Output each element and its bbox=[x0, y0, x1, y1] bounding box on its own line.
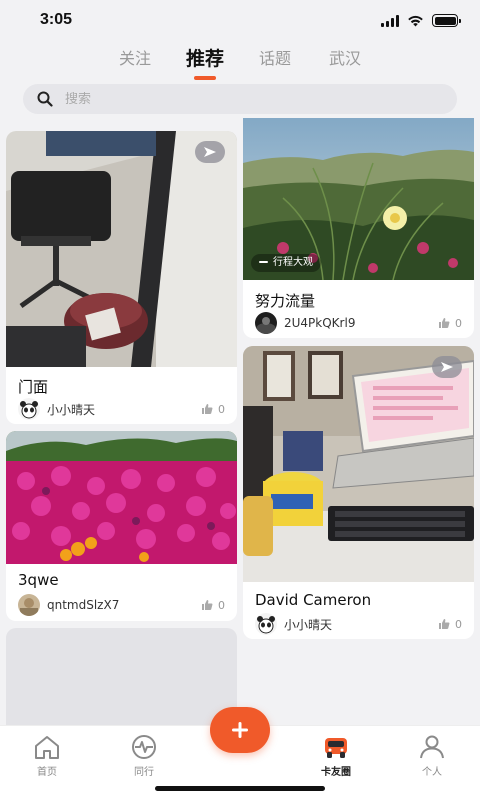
search-icon bbox=[37, 91, 53, 107]
post-card-loading[interactable] bbox=[6, 628, 237, 725]
tab-recommended[interactable]: 推荐 bbox=[170, 44, 240, 80]
nav-profile[interactable]: 个人 bbox=[402, 734, 462, 778]
post-photo-flower-bed[interactable] bbox=[6, 431, 237, 564]
post-photo-coastal-flower[interactable]: 行程大观 bbox=[243, 118, 474, 280]
activity-icon bbox=[132, 735, 156, 759]
search-input[interactable] bbox=[65, 91, 425, 107]
status-bar: 3:05 bbox=[0, 0, 480, 44]
truck-icon bbox=[325, 738, 347, 758]
video-badge bbox=[195, 141, 225, 163]
person-icon bbox=[420, 735, 444, 759]
like-icon bbox=[202, 600, 213, 610]
feed-grid[interactable]: 门面 小小晴天 0 3qwe qntmdSlzX7 0 行程大观 努力流量 2U… bbox=[0, 118, 480, 725]
tab-label: 推荐 bbox=[185, 48, 224, 70]
post-meta: 小小晴天 0 bbox=[255, 613, 462, 635]
battery-level bbox=[434, 16, 456, 25]
post-photo-laptop-desk[interactable] bbox=[243, 346, 474, 582]
avatar[interactable] bbox=[18, 398, 40, 420]
post-meta: 2U4PkQKrl9 0 bbox=[255, 312, 462, 334]
post-meta: 小小晴天 0 bbox=[18, 398, 225, 420]
avatar[interactable] bbox=[18, 594, 40, 616]
post-card[interactable]: David Cameron 小小晴天 0 bbox=[243, 346, 474, 639]
like-count-value: 0 bbox=[455, 316, 462, 330]
cellular-signal-icon bbox=[381, 14, 399, 27]
like-count[interactable]: 0 bbox=[201, 599, 225, 612]
post-card[interactable]: 行程大观 努力流量 2U4PkQKrl9 0 bbox=[243, 118, 474, 338]
search-bar[interactable] bbox=[23, 84, 457, 114]
nav-label: 个人 bbox=[422, 767, 442, 778]
home-icon bbox=[35, 736, 59, 759]
like-count[interactable]: 0 bbox=[438, 317, 462, 330]
wifi-icon bbox=[408, 15, 423, 26]
post-card[interactable]: 门面 小小晴天 0 bbox=[6, 131, 237, 424]
nav-label: 首页 bbox=[37, 767, 57, 778]
nav-peers[interactable]: 同行 bbox=[114, 734, 174, 778]
top-tabs: 关注 推荐 话题 武汉 bbox=[0, 44, 480, 80]
nav-label: 卡友圈 bbox=[321, 767, 351, 778]
location-tag[interactable]: 行程大观 bbox=[251, 254, 321, 272]
tab-topics[interactable]: 话题 bbox=[240, 44, 310, 80]
video-badge bbox=[432, 356, 462, 378]
like-icon bbox=[439, 318, 450, 328]
post-card[interactable]: 3qwe qntmdSlzX7 0 bbox=[6, 431, 237, 621]
post-author[interactable]: 小小晴天 bbox=[47, 401, 201, 418]
avatar[interactable] bbox=[255, 613, 277, 635]
nav-trucker-circle[interactable]: 卡友圈 bbox=[306, 734, 366, 778]
battery-icon bbox=[432, 14, 461, 27]
post-meta: qntmdSlzX7 0 bbox=[18, 594, 225, 616]
post-title: 3qwe bbox=[18, 571, 59, 589]
like-icon bbox=[202, 404, 213, 414]
active-tab-indicator bbox=[194, 76, 216, 80]
like-icon bbox=[439, 619, 450, 629]
like-count-value: 0 bbox=[218, 402, 225, 416]
status-icons bbox=[381, 14, 461, 27]
like-count[interactable]: 0 bbox=[438, 618, 462, 631]
plus-icon bbox=[232, 722, 248, 738]
create-post-button[interactable] bbox=[210, 707, 270, 753]
tab-label: 话题 bbox=[258, 49, 291, 68]
like-count-value: 0 bbox=[218, 598, 225, 612]
tab-label: 关注 bbox=[118, 49, 151, 68]
like-count-value: 0 bbox=[455, 617, 462, 631]
tab-following[interactable]: 关注 bbox=[100, 44, 170, 80]
post-title: David Cameron bbox=[255, 591, 372, 609]
post-title: 门面 bbox=[18, 378, 49, 396]
status-time: 3:05 bbox=[40, 11, 73, 28]
tab-wuhan[interactable]: 武汉 bbox=[310, 44, 380, 80]
post-title: 努力流量 bbox=[255, 292, 316, 310]
nav-label: 同行 bbox=[134, 767, 154, 778]
post-photo-office-chair[interactable] bbox=[6, 131, 237, 367]
nav-home[interactable]: 首页 bbox=[17, 734, 77, 778]
avatar[interactable] bbox=[255, 312, 277, 334]
post-author[interactable]: qntmdSlzX7 bbox=[47, 598, 201, 612]
post-author[interactable]: 2U4PkQKrl9 bbox=[284, 316, 438, 330]
home-indicator bbox=[155, 786, 325, 791]
like-count[interactable]: 0 bbox=[201, 403, 225, 416]
post-author[interactable]: 小小晴天 bbox=[284, 616, 438, 633]
tab-label: 武汉 bbox=[328, 49, 361, 68]
